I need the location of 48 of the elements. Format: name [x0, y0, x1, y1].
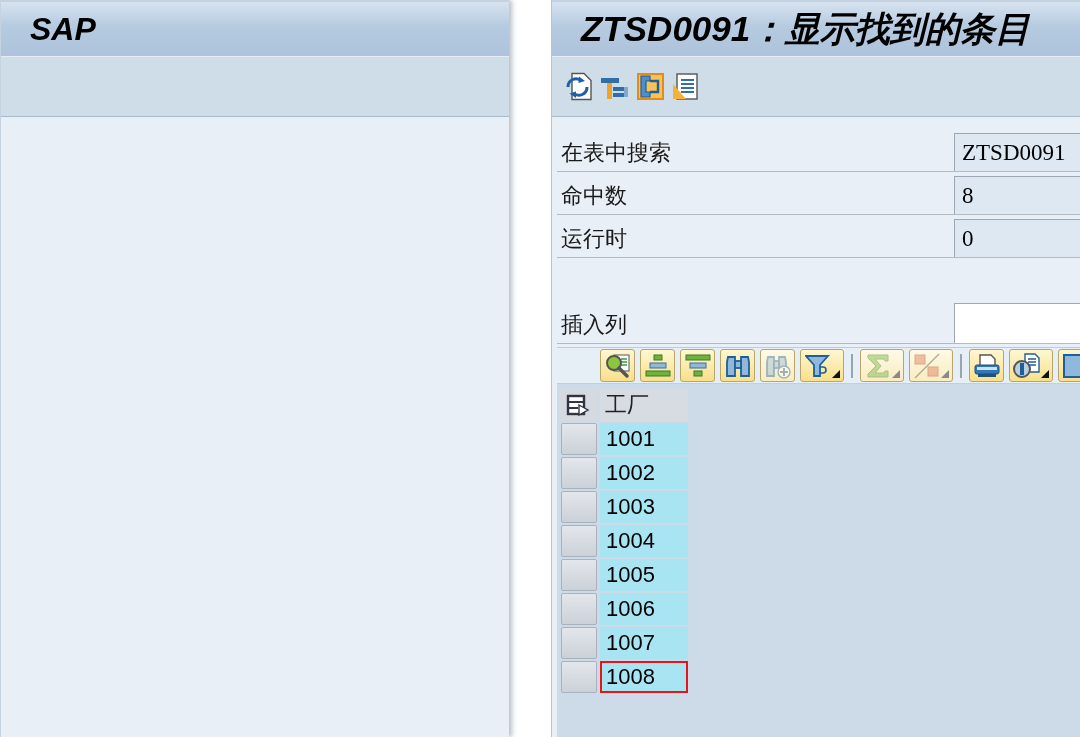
row-selector[interactable]: [561, 627, 597, 659]
ascending-bars-icon: [644, 352, 671, 379]
value-field: 0: [954, 219, 1080, 257]
table-cell: 1006: [600, 593, 688, 625]
funnel-icon: [804, 352, 831, 379]
row-selector[interactable]: [561, 525, 597, 557]
table-cell: 1008: [600, 661, 688, 693]
row-selector[interactable]: [561, 661, 597, 693]
dropdown-triangle-icon[interactable]: [1041, 370, 1049, 378]
field-label: 插入列: [560, 311, 628, 339]
column-header[interactable]: 工厂: [600, 389, 688, 421]
descending-bars-icon: [684, 352, 711, 379]
list-select-icon[interactable]: [566, 394, 590, 416]
table-cell: 1007: [600, 627, 688, 659]
dropdown-triangle-icon[interactable]: [832, 370, 840, 378]
sort-descending-button[interactable]: [680, 349, 715, 382]
window-title: ZTSD0091：显示找到的条目: [581, 8, 1031, 50]
document-lines-icon[interactable]: [672, 72, 699, 101]
print-button[interactable]: [969, 349, 1004, 382]
app-title: SAP: [30, 9, 96, 49]
subtotal-icon: [913, 352, 940, 379]
layout-icon: [1012, 352, 1041, 379]
sort-ascending-button[interactable]: [640, 349, 675, 382]
table-cell: 1002: [600, 457, 688, 489]
refresh-icon[interactable]: [564, 72, 593, 101]
table-cell: 1004: [600, 525, 688, 557]
find-button[interactable]: [720, 349, 755, 382]
value-field: ZTSD0091: [954, 133, 1080, 171]
layout-button[interactable]: [1009, 349, 1053, 382]
field-label: 在表中搜索: [560, 139, 672, 167]
row-selector[interactable]: [561, 593, 597, 625]
panel-icon: [1062, 352, 1080, 379]
bracket-icon[interactable]: [636, 72, 665, 101]
row-selector[interactable]: [561, 559, 597, 591]
row-selector[interactable]: [561, 423, 597, 455]
value-field: 8: [954, 176, 1080, 214]
printer-icon: [972, 352, 1001, 379]
table-cell: 1003: [600, 491, 688, 523]
row-selector[interactable]: [561, 457, 597, 489]
details-button[interactable]: [600, 349, 635, 382]
sigma-icon: [864, 352, 891, 379]
filter-button[interactable]: [800, 349, 844, 382]
table-cell: 1001: [600, 423, 688, 455]
magnifier-icon: [604, 352, 631, 379]
row-selector[interactable]: [561, 491, 597, 523]
field-label: 运行时: [560, 225, 628, 253]
field-label: 命中数: [560, 182, 628, 210]
table-cell: 1005: [600, 559, 688, 591]
